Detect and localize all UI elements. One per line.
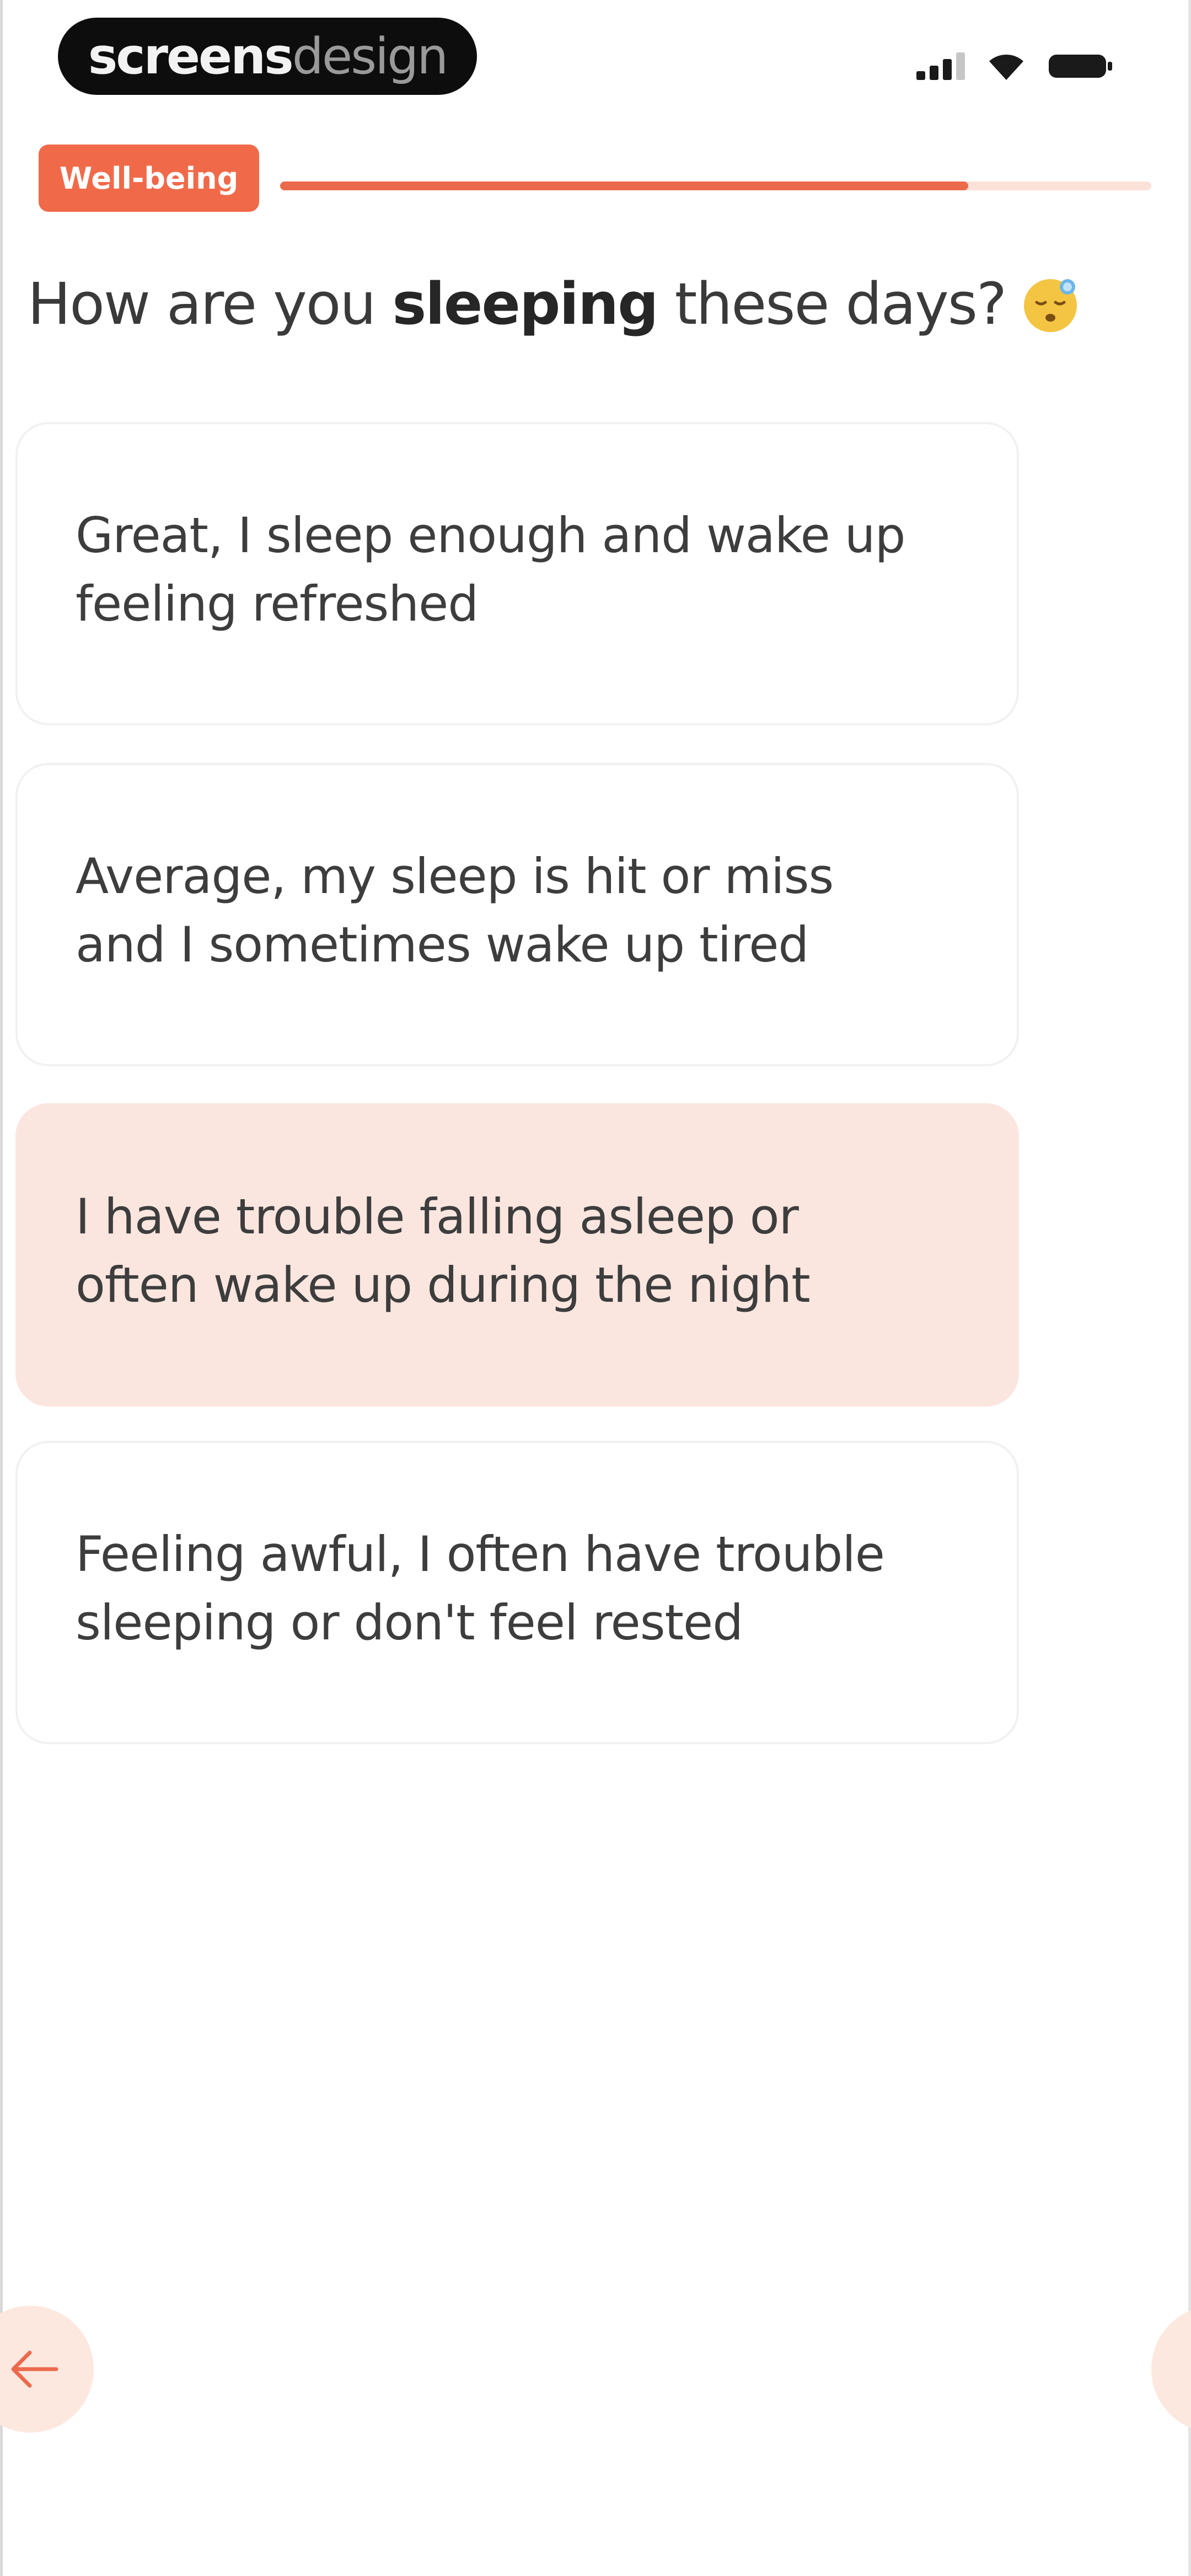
option-text-line1: Average, my sleep is hit or miss (76, 848, 834, 905)
cellular-signal-icon (916, 52, 965, 80)
next-button[interactable] (1151, 2306, 1191, 2433)
watermark-text-light: design (292, 27, 449, 85)
option-awful[interactable]: Feeling awful, I often have trouble slee… (15, 1441, 1019, 1744)
sleepy-face-icon (1024, 279, 1077, 332)
watermark-text-bold: screens (88, 27, 294, 85)
question-suffix: these days? (657, 270, 1007, 338)
option-text-line2: feeling refreshed (76, 575, 479, 632)
option-trouble-sleeping[interactable]: I have trouble falling asleep or often w… (15, 1103, 1019, 1407)
question-emphasis: sleeping (392, 270, 658, 338)
sleep-question-screen: screens design Well-being How are you sle… (0, 0, 1191, 2576)
progress-bar (280, 181, 1151, 190)
option-text-line1: Feeling awful, I often have trouble (76, 1526, 885, 1583)
device-edge-right (1188, 0, 1191, 2576)
option-great[interactable]: Great, I sleep enough and wake up feelin… (15, 422, 1019, 725)
option-text-line1: Great, I sleep enough and wake up (76, 507, 905, 564)
category-badge: Well-being (39, 145, 259, 212)
status-icons (916, 50, 1114, 83)
back-button[interactable] (0, 2306, 94, 2433)
device-edge-left (0, 0, 3, 2576)
watermark-badge: screens design (58, 18, 477, 95)
option-text-line2: often wake up during the night (76, 1257, 811, 1313)
option-text-line1: I have trouble falling asleep or (76, 1188, 799, 1245)
option-text-line2: and I sometimes wake up tired (76, 916, 809, 973)
question-text: How are you sleeping these days? (28, 270, 1007, 338)
option-average[interactable]: Average, my sleep is hit or miss and I s… (15, 763, 1019, 1066)
option-text-line2: sleeping or don't feel rested (76, 1594, 743, 1651)
battery-icon (1049, 55, 1112, 78)
question-prefix: How are you (28, 270, 393, 338)
question-heading: How are you sleeping these days? (28, 270, 1103, 338)
wifi-icon (989, 54, 1023, 80)
arrow-left-icon (11, 2350, 58, 2388)
progress-bar-fill (280, 181, 969, 190)
